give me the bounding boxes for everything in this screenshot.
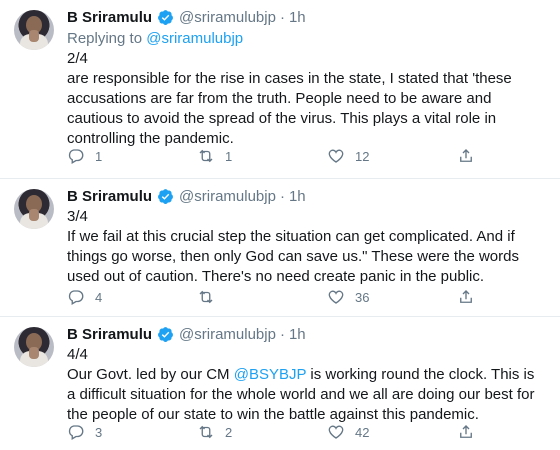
verified-badge-icon bbox=[158, 9, 173, 25]
tweet-text: Our Govt. led by our CM @BSYBJP is worki… bbox=[67, 365, 546, 425]
retweet-icon bbox=[199, 290, 213, 304]
reply-count: 4 bbox=[95, 289, 103, 305]
avatar[interactable] bbox=[14, 10, 54, 50]
retweet-button[interactable]: 1 bbox=[197, 147, 327, 165]
reply-button[interactable]: 1 bbox=[67, 147, 197, 165]
tweet-header: B Sriramulu @sriramulubjp · 1h bbox=[67, 6, 546, 28]
reply-icon bbox=[68, 290, 84, 305]
tweet-header: B Sriramulu @sriramulubjp · 1h bbox=[67, 323, 546, 345]
tweet-content: B Sriramulu @sriramulubjp · 1h Replying … bbox=[67, 6, 546, 149]
reply-icon bbox=[68, 425, 84, 440]
retweet-button[interactable]: 2 bbox=[197, 423, 327, 441]
retweet-count: 1 bbox=[225, 148, 233, 164]
retweet-button[interactable] bbox=[197, 288, 327, 306]
like-button[interactable]: 12 bbox=[327, 147, 457, 165]
separator-dot: · bbox=[279, 8, 285, 26]
retweet-icon bbox=[199, 149, 213, 163]
reply-button[interactable]: 4 bbox=[67, 288, 197, 306]
replying-prefix: Replying to bbox=[67, 30, 147, 47]
replying-to: Replying to @sriramulubjp bbox=[67, 28, 546, 49]
like-count: 42 bbox=[355, 424, 370, 440]
tweet-content: B Sriramulu @sriramulubjp · 1h 3/4 If we… bbox=[67, 185, 546, 287]
tweet-text: are responsible for the rise in cases in… bbox=[67, 70, 512, 147]
like-count: 36 bbox=[355, 289, 370, 305]
author-handle[interactable]: @sriramulubjp bbox=[179, 9, 276, 26]
separator-dot: · bbox=[279, 187, 285, 205]
reply-count: 1 bbox=[95, 148, 103, 164]
avatar[interactable] bbox=[14, 327, 54, 367]
avatar[interactable] bbox=[14, 189, 54, 229]
like-icon bbox=[328, 290, 344, 304]
tweet[interactable]: B Sriramulu @sriramulubjp · 1h 4/4 Our G… bbox=[0, 316, 560, 450]
timestamp[interactable]: 1h bbox=[289, 9, 306, 26]
timestamp[interactable]: 1h bbox=[289, 326, 306, 343]
reply-count: 3 bbox=[95, 424, 103, 440]
like-button[interactable]: 36 bbox=[327, 288, 457, 306]
tweet-header: B Sriramulu @sriramulubjp · 1h bbox=[67, 185, 546, 207]
tweet-counter: 4/4 bbox=[67, 346, 88, 363]
author-handle[interactable]: @sriramulubjp bbox=[179, 188, 276, 205]
share-button[interactable] bbox=[457, 288, 487, 306]
author-name[interactable]: B Sriramulu bbox=[67, 326, 152, 343]
verified-badge-icon bbox=[158, 188, 173, 204]
action-bar: 3 2 42 bbox=[67, 421, 487, 443]
like-icon bbox=[328, 425, 344, 439]
mention-link[interactable]: @BSYBJP bbox=[234, 366, 306, 383]
author-name[interactable]: B Sriramulu bbox=[67, 9, 152, 26]
share-icon bbox=[460, 425, 472, 438]
verified-badge-icon bbox=[158, 326, 173, 342]
like-button[interactable]: 42 bbox=[327, 423, 457, 441]
tweet[interactable]: B Sriramulu @sriramulubjp · 1h 3/4 If we… bbox=[0, 178, 560, 316]
tweet-text: If we fail at this crucial step the situ… bbox=[67, 228, 519, 285]
tweet-counter: 3/4 bbox=[67, 208, 88, 225]
separator-dot: · bbox=[279, 325, 285, 343]
like-icon bbox=[328, 149, 344, 163]
tweet-counter: 2/4 bbox=[67, 50, 88, 67]
tweet-text-before: Our Govt. led by our CM bbox=[67, 366, 234, 383]
share-icon bbox=[460, 290, 472, 303]
reply-button[interactable]: 3 bbox=[67, 423, 197, 441]
author-handle[interactable]: @sriramulubjp bbox=[179, 326, 276, 343]
replying-handle-link[interactable]: @sriramulubjp bbox=[146, 30, 243, 47]
action-bar: 4 36 bbox=[67, 286, 487, 308]
share-button[interactable] bbox=[457, 423, 487, 441]
retweet-count: 2 bbox=[225, 424, 233, 440]
timestamp[interactable]: 1h bbox=[289, 188, 306, 205]
reply-icon bbox=[68, 149, 84, 164]
author-name[interactable]: B Sriramulu bbox=[67, 188, 152, 205]
action-bar: 1 1 12 bbox=[67, 145, 487, 167]
share-icon bbox=[460, 149, 472, 162]
retweet-icon bbox=[199, 425, 213, 439]
like-count: 12 bbox=[355, 148, 370, 164]
share-button[interactable] bbox=[457, 147, 487, 165]
tweet[interactable]: B Sriramulu @sriramulubjp · 1h Replying … bbox=[0, 0, 560, 178]
tweet-content: B Sriramulu @sriramulubjp · 1h 4/4 Our G… bbox=[67, 323, 546, 425]
